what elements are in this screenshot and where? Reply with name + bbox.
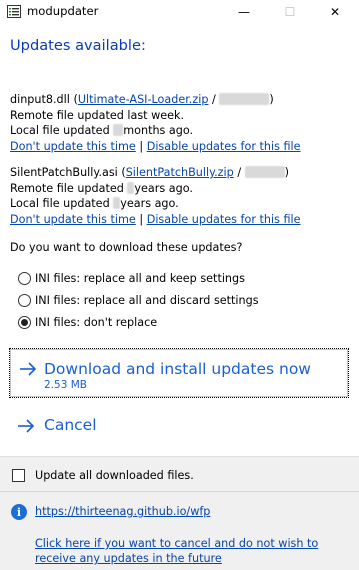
file-name: SilentPatchBully.asi	[10, 166, 118, 179]
radio-label: INI files: replace all and discard setti…	[35, 294, 259, 307]
disable-updates-link[interactable]: Disable updates for this file	[147, 213, 301, 226]
close-button[interactable]: ✕	[313, 0, 357, 24]
dont-update-link[interactable]: Don't update this time	[10, 140, 136, 153]
file-line: SilentPatchBully.asi (SilentPatchBully.z…	[10, 166, 290, 179]
update-all-checkbox-row[interactable]: Update all downloaded files.	[12, 469, 194, 482]
dont-update-link[interactable]: Don't update this time	[10, 213, 136, 226]
download-install-button[interactable]: Download and install updates now 2.53 MB	[9, 348, 349, 398]
radio-keep-settings[interactable]: INI files: replace all and keep settings	[18, 272, 245, 285]
radio-dont-replace[interactable]: INI files: don't replace	[18, 316, 157, 329]
radio-button[interactable]	[18, 272, 31, 285]
redacted-count	[113, 197, 121, 209]
local-status: Local file updated months ago.	[10, 124, 194, 137]
arrow-right-icon	[18, 419, 35, 433]
title-bar: modupdater — ☐ ✕	[0, 0, 359, 24]
source-link[interactable]: SilentPatchBully.zip	[126, 166, 234, 179]
divider	[0, 491, 359, 492]
checkbox-label: Update all downloaded files.	[35, 469, 194, 482]
minimize-button[interactable]: —	[222, 0, 266, 24]
file-line: dinput8.dll (Ultimate-ASI-Loader.zip / )	[10, 93, 274, 106]
radio-label: INI files: replace all and keep settings	[35, 272, 245, 285]
update-entry: dinput8.dll (Ultimate-ASI-Loader.zip / )…	[10, 92, 301, 154]
radio-button[interactable]	[18, 294, 31, 307]
radio-button-selected[interactable]	[18, 316, 31, 329]
redacted-version	[244, 166, 285, 178]
remote-status: Remote file updated last week.	[10, 108, 185, 122]
website-link[interactable]: https://thirteenag.github.io/wfp	[35, 505, 210, 518]
opt-out-link[interactable]: Click here if you want to cancel and do …	[35, 536, 345, 566]
cancel-label: Cancel	[44, 416, 97, 434]
download-size: 2.53 MB	[44, 379, 87, 391]
redacted-count	[127, 181, 135, 194]
update-actions: Don't update this time | Disable updates…	[10, 212, 301, 226]
radio-label: INI files: don't replace	[35, 316, 158, 329]
arrow-right-icon	[20, 362, 37, 376]
divider	[0, 456, 359, 457]
cancel-button[interactable]: Cancel	[16, 414, 166, 438]
page-title: Updates available:	[10, 37, 146, 54]
download-question: Do you want to download these updates?	[10, 241, 243, 254]
info-icon: i	[11, 504, 27, 520]
file-name: dinput8.dll	[10, 93, 70, 106]
download-install-label: Download and install updates now	[44, 360, 311, 378]
source-link[interactable]: Ultimate-ASI-Loader.zip	[78, 93, 209, 106]
maximize-button[interactable]: ☐	[268, 0, 312, 24]
remote-status: Remote file updated years ago.	[10, 181, 193, 195]
redacted-count	[113, 124, 124, 136]
update-all-checkbox[interactable]	[12, 469, 25, 482]
redacted-version	[219, 93, 270, 105]
disable-updates-link[interactable]: Disable updates for this file	[147, 140, 301, 153]
update-entry: SilentPatchBully.asi (SilentPatchBully.z…	[10, 165, 301, 227]
local-status: Local file updated years ago.	[10, 197, 179, 210]
radio-discard-settings[interactable]: INI files: replace all and discard setti…	[18, 294, 259, 307]
update-actions: Don't update this time | Disable updates…	[10, 139, 301, 153]
app-list-icon	[7, 5, 21, 18]
window-title: modupdater	[27, 4, 99, 18]
